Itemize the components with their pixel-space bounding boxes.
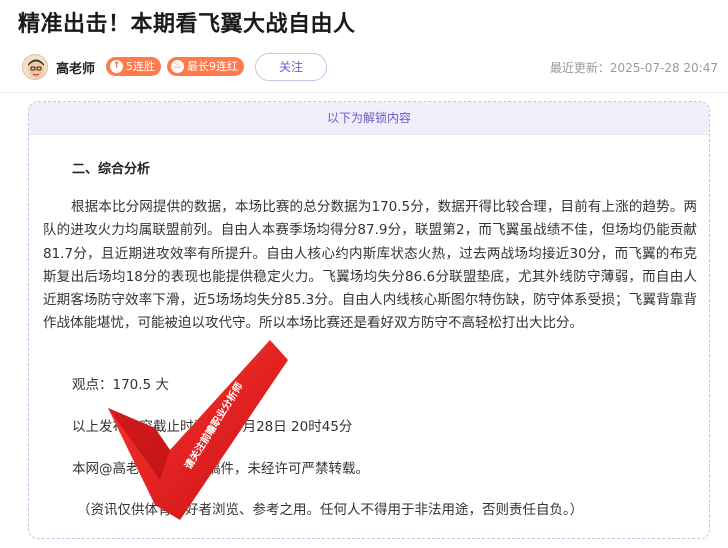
flame-icon: ♨ [171,60,184,73]
streak-badge: ↑ 5连胜 [106,57,161,76]
unlocked-content-box: 以下为解锁内容 二、综合分析 根据本比分网提供的数据，本场比赛的总分数据为170… [28,101,710,539]
follow-button[interactable]: 关注 [255,53,327,81]
author-name[interactable]: 高老师 [56,58,95,77]
avatar[interactable] [22,54,48,80]
article-title: 精准出击！本期看飞翼大战自由人 [18,12,356,37]
disclaimer: （资讯仅供体育爱好者浏览、参考之用。任何人不得用于非法用途，否则责任自负。） [77,502,584,518]
arrow-up-icon: ↑ [110,60,123,73]
longest-streak-badge: ♨ 最长9连红 [167,57,244,76]
section-title: 二、综合分析 [72,162,151,177]
divider [0,92,728,93]
unlocked-content-header: 以下为解锁内容 [29,102,709,135]
deadline: 以上发布内容截止时间为：7月28日 20时45分 [72,419,353,435]
viewpoint: 观点：170.5 大 [72,377,169,393]
copyright-notice: 本网@高老师原创独家稿件，未经许可严禁转载。 [72,461,369,477]
longest-badge-label: 最长9连红 [187,60,238,73]
author-row: 高老师 ↑ 5连胜 ♨ 最长9连红 关注 最近更新：2025-07-28 20:… [18,53,718,81]
streak-badge-label: 5连胜 [126,60,155,73]
update-time: 最近更新：2025-07-28 20:47 [549,61,718,75]
analysis-paragraph: 根据本比分网提供的数据，本场比赛的总分数据为170.5分，数据开得比较合理，目前… [43,199,697,332]
